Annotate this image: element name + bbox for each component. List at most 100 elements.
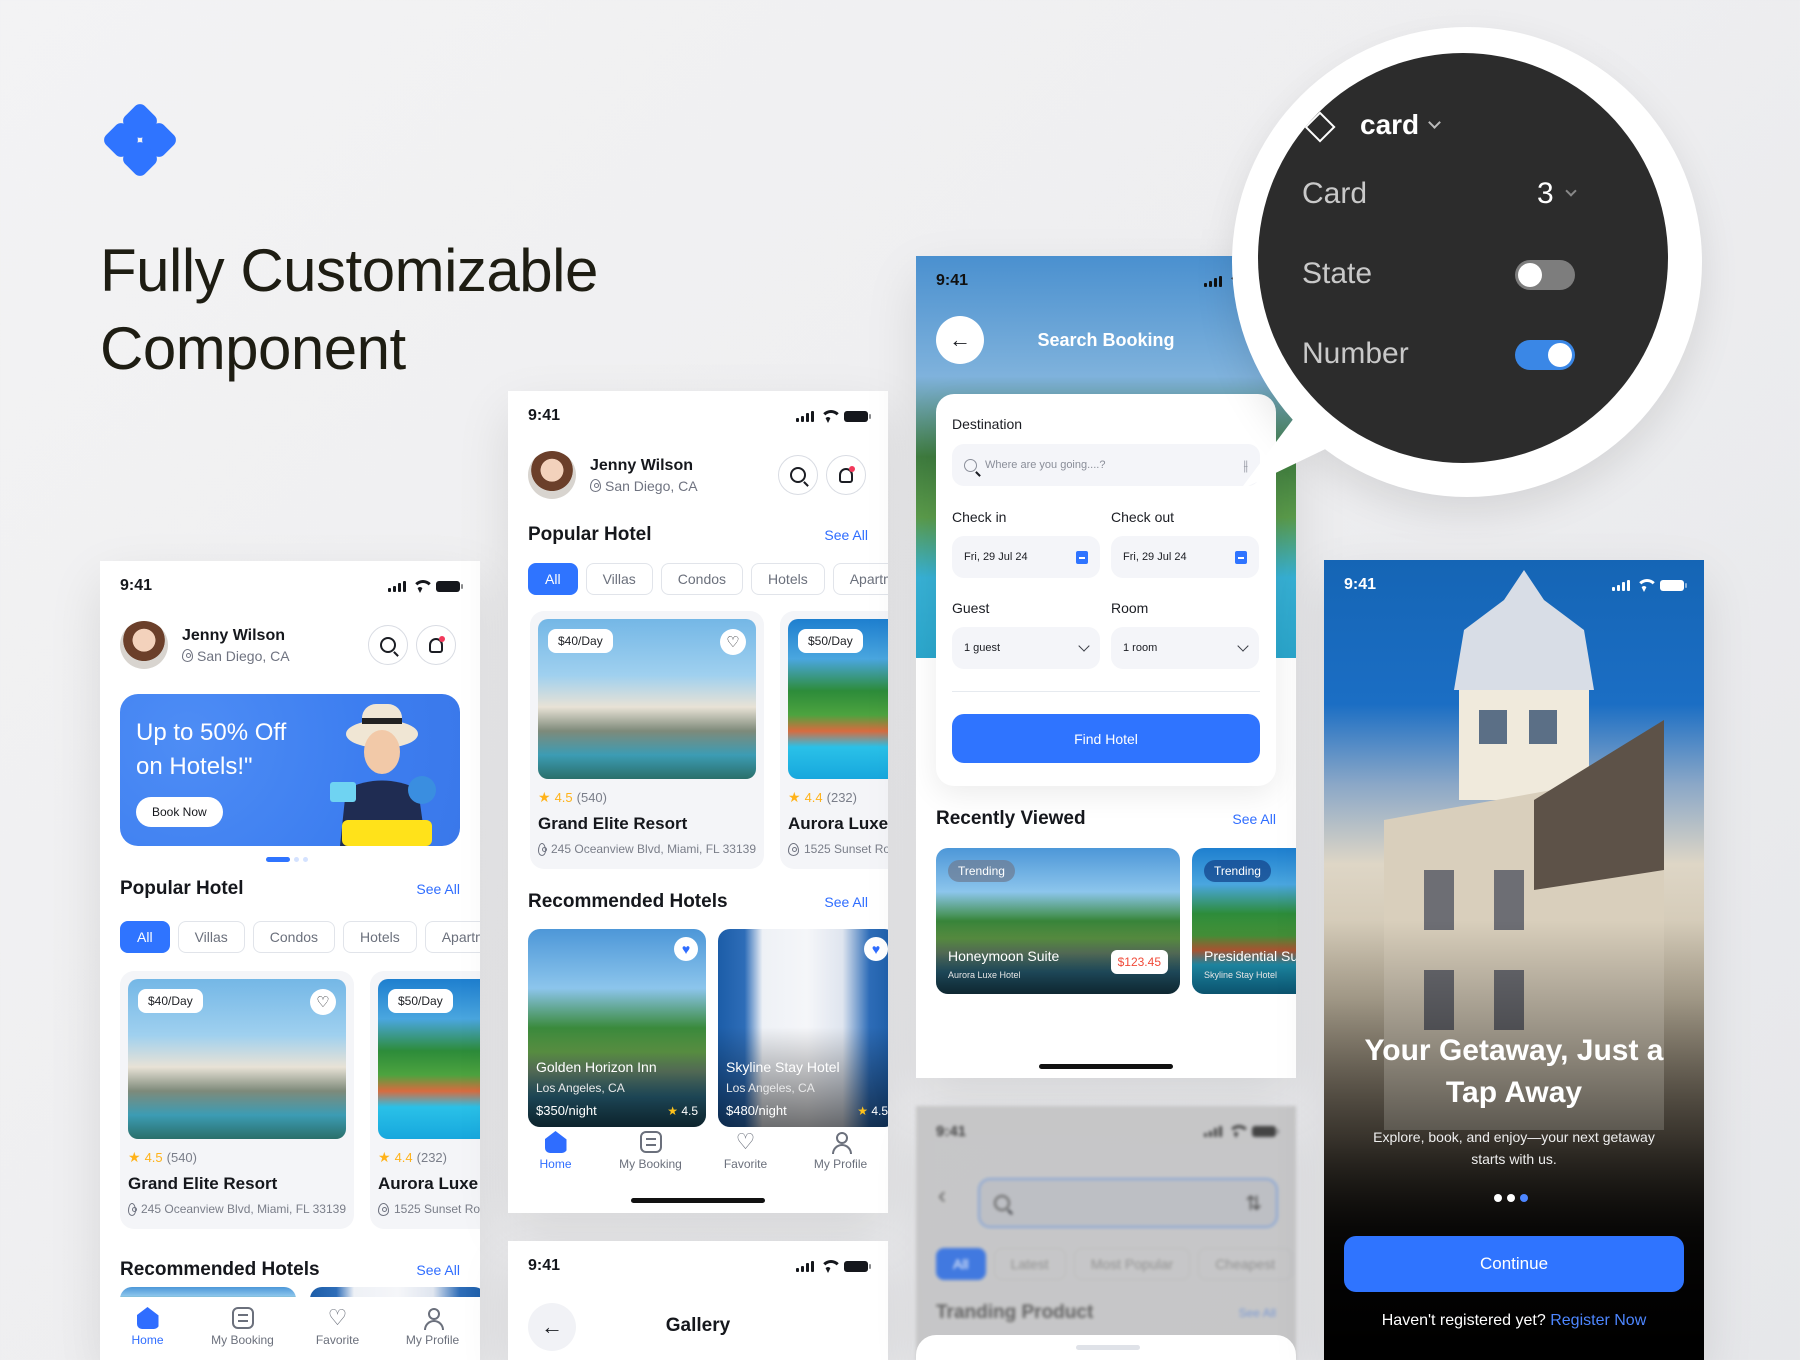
book-now-button[interactable]: Book Now [136, 797, 223, 827]
hotel-image: $40/Day ♡ [128, 979, 346, 1139]
chip-latest[interactable]: Latest [993, 1248, 1066, 1280]
onboarding-title-line1: Your Getaway, Just a [1364, 1034, 1664, 1067]
wifi-icon [820, 1260, 842, 1272]
trending-see-all-link[interactable]: See All [1239, 1306, 1276, 1320]
heart-outline-icon[interactable]: ♡ [310, 989, 336, 1015]
battery-icon [1660, 579, 1687, 591]
hotel-card[interactable]: $40/Day ♡ ★ 4.5 (540) Grand Elite Resort 2… [120, 971, 354, 1229]
status-time: 9:41 [120, 577, 153, 594]
prop-card-value[interactable]: 3 [1537, 177, 1554, 211]
heart-filled-icon[interactable]: ♥ [674, 937, 698, 961]
review-count: (540) [576, 790, 607, 805]
filter-icon[interactable]: ⇅ [1245, 1191, 1262, 1216]
recommended-hotel-card[interactable]: ♥ Golden Horizon Inn Los Angeles, CA $35… [528, 929, 706, 1127]
chip-all[interactable]: All [528, 563, 578, 595]
notification-button[interactable] [826, 455, 866, 495]
tab-home[interactable]: Home [516, 1131, 596, 1213]
trending-product-title: Tranding Product [936, 1302, 1094, 1323]
tab-my-profile[interactable]: My Profile [393, 1307, 473, 1360]
chip-apartments[interactable]: Apartments [424, 921, 480, 953]
hero-title-line1: Fully Customizable [100, 237, 598, 304]
chip-most-popular[interactable]: Most Popular [1073, 1248, 1191, 1280]
heart-outline-icon[interactable]: ♡ [720, 629, 746, 655]
continue-button[interactable]: Continue [1344, 1236, 1684, 1292]
search-input[interactable]: ⇅ [978, 1178, 1278, 1228]
home-indicator [631, 1198, 765, 1203]
chip-condos[interactable]: Condos [252, 921, 336, 953]
chip-villas[interactable]: Villas [585, 563, 653, 595]
chip-condos[interactable]: Condos [660, 563, 744, 595]
register-prompt: Haven't registered yet? Register Now [1324, 1312, 1704, 1330]
guest-select[interactable]: 1 guest [952, 627, 1100, 669]
number-toggle-on[interactable] [1515, 340, 1575, 370]
hotel-image: $50/Day [788, 619, 888, 779]
sheet-handle[interactable] [1076, 1345, 1140, 1350]
location-pin-icon [538, 842, 547, 856]
hotel-card[interactable]: $50/Day ★4.4(232) Aurora Luxe Hotel 1525… [780, 611, 888, 869]
status-bar: 9:41 [1324, 560, 1704, 610]
bell-icon [429, 635, 445, 653]
chevron-down-icon[interactable] [1428, 116, 1441, 129]
chip-apartments[interactable]: Apartments [832, 563, 888, 595]
review-count: (232) [826, 790, 857, 805]
chip-all[interactable]: All [936, 1248, 986, 1280]
chip-villas[interactable]: Villas [177, 921, 245, 953]
chip-all[interactable]: All [120, 921, 170, 953]
chevron-down-icon[interactable] [1565, 185, 1577, 197]
trending-badge: Trending [1204, 860, 1271, 882]
review-count: (232) [416, 1150, 447, 1165]
recent-see-all-link[interactable]: See All [1232, 811, 1276, 827]
gallery-screen: 9:41 ← Gallery [508, 1241, 888, 1360]
notification-button[interactable] [416, 625, 456, 665]
user-profile[interactable]: Jenny Wilson San Diego, CA [528, 451, 698, 499]
hotel-card[interactable]: $50/Day ★4.4(232) Aurora Luxe Hotel 1525… [370, 971, 480, 1229]
chip-hotels[interactable]: Hotels [343, 921, 417, 953]
heart-filled-icon[interactable]: ♥ [864, 937, 888, 961]
prop-card-label: Card [1302, 177, 1368, 210]
signal-icon [796, 410, 814, 422]
checkout-date-field[interactable]: Fri, 29 Jul 24 [1111, 536, 1259, 578]
prop-number-label: Number [1302, 337, 1409, 370]
star-icon: ★ [788, 789, 801, 805]
search-button[interactable] [778, 455, 818, 495]
find-hotel-button[interactable]: Find Hotel [952, 714, 1260, 763]
tab-favorite[interactable]: ♡ Favorite [298, 1307, 378, 1360]
checkin-value: Fri, 29 Jul 24 [964, 551, 1028, 563]
search-button[interactable] [368, 625, 408, 665]
location-pin-icon [788, 842, 799, 856]
tab-my-booking[interactable]: My Booking [203, 1307, 283, 1360]
room-value: 1 room [1123, 642, 1158, 654]
status-bar: 9:41 [508, 391, 888, 441]
tab-home[interactable]: Home [108, 1307, 188, 1360]
popular-see-all-link[interactable]: See All [416, 881, 460, 897]
checkin-date-field[interactable]: Fri, 29 Jul 24 [952, 536, 1100, 578]
onboarding-pagination[interactable] [1494, 1194, 1528, 1202]
recent-room-card[interactable]: Trending Presidential Suite Skyline Stay… [1192, 848, 1296, 994]
room-select[interactable]: 1 room [1111, 627, 1259, 669]
chip-cheapest[interactable]: Cheapest [1198, 1248, 1293, 1280]
recommended-title: Recommended Hotels [528, 891, 728, 912]
chevron-left-icon[interactable]: ‹ [938, 1182, 946, 1210]
recommended-see-all-link[interactable]: See All [824, 894, 868, 910]
room-name: Honeymoon Suite [948, 948, 1060, 964]
recommended-hotel-card[interactable]: ♥ Skyline Stay Hotel Los Angeles, CA $48… [718, 929, 888, 1127]
promo-banner[interactable]: Up to 50% Off on Hotels!" Book Now [120, 694, 460, 846]
tab-label: My Booking [211, 1333, 274, 1347]
user-profile[interactable]: Jenny Wilson San Diego, CA [120, 621, 290, 669]
banner-pagination[interactable] [266, 857, 308, 862]
state-toggle-off[interactable] [1515, 260, 1575, 290]
recent-room-card[interactable]: Trending Honeymoon Suite Aurora Luxe Hot… [936, 848, 1180, 994]
tab-my-profile[interactable]: My Profile [801, 1131, 881, 1213]
search-icon [964, 458, 977, 472]
rating-value: 4.4 [394, 1150, 413, 1165]
recommended-see-all-link[interactable]: See All [416, 1262, 460, 1278]
hotel-card[interactable]: $40/Day ♡ ★ 4.5 (540) Grand Elite Resort 2… [530, 611, 764, 869]
filter-sliders-icon[interactable]: ⫲ [1243, 457, 1248, 474]
chip-hotels[interactable]: Hotels [751, 563, 825, 595]
destination-input[interactable]: Where are you going....? ⫲ [952, 444, 1260, 486]
popular-see-all-link[interactable]: See All [824, 527, 868, 543]
tab-label: Favorite [723, 1157, 768, 1171]
status-time: 9:41 [936, 1122, 967, 1140]
register-now-link[interactable]: Register Now [1550, 1312, 1646, 1329]
component-name[interactable]: card [1360, 109, 1419, 141]
